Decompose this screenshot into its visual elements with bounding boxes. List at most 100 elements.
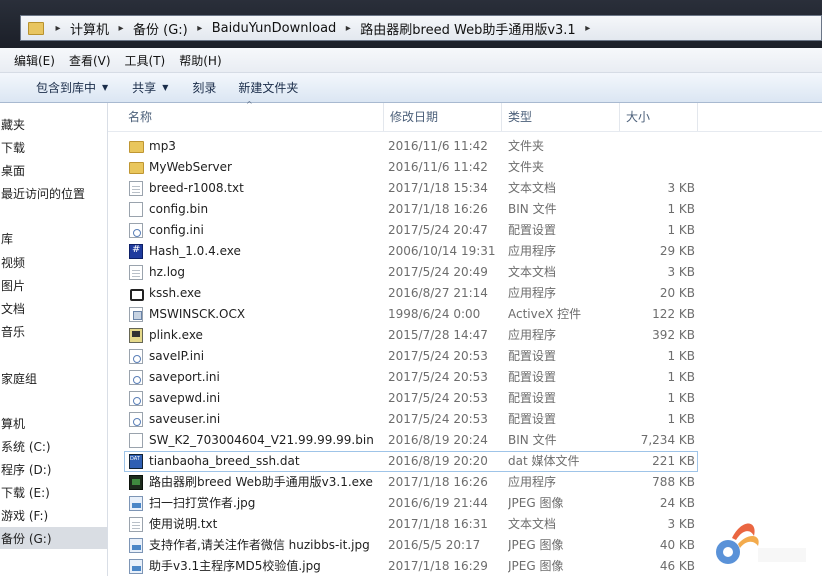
file-type: ActiveX 控件 — [508, 307, 582, 321]
column-date-modified[interactable]: 修改日期 — [384, 103, 502, 131]
file-row[interactable]: SW_K2_703004604_V21.99.99.99.bin 2016/8/1… — [124, 430, 698, 451]
file-row[interactable]: tianbaoha_breed_ssh.dat 2016/8/19 20:20 da… — [124, 451, 698, 472]
file-row[interactable]: 使用说明.txt 2017/1/18 16:31 文本文档 3 KB — [124, 514, 698, 535]
nav-item[interactable]: 库 — [0, 227, 107, 249]
file-type: 配置设置 — [508, 370, 557, 384]
file-date-modified: 2017/5/24 20:53 — [388, 412, 488, 426]
file-row[interactable]: saveport.ini 2017/5/24 20:53 配置设置 1 KB — [124, 367, 698, 388]
file-name: saveIP.ini — [149, 349, 205, 363]
file-name: 扫一扫打赏作者.jpg — [149, 496, 256, 510]
file-name: 支持作者,请关注作者微信 huzibbs-it.jpg — [149, 538, 370, 552]
nav-item[interactable]: 备份 (G:) — [0, 527, 107, 549]
nav-item-label: 视频 — [1, 255, 26, 270]
nav-item[interactable]: 音乐 — [0, 320, 107, 342]
file-date-modified: 2017/5/24 20:53 — [388, 391, 488, 405]
file-type: JPEG 图像 — [508, 559, 564, 573]
burn-button[interactable]: 刻录 — [182, 79, 226, 96]
breadcrumb-item[interactable]: 路由器刷breed Web助手通用版v3.1 — [356, 19, 579, 38]
nav-item[interactable]: 游戏 (F:) — [0, 504, 107, 526]
navigation-pane: 藏夹 下载 桌面最近访问的位置库视频图片 文档 音乐家庭组算机系统 (C:) 程序 (D:… — [0, 103, 108, 576]
nav-item[interactable]: 最近访问的位置 — [0, 182, 107, 204]
breadcrumb-separator-icon[interactable]: ▸ — [113, 16, 129, 40]
file-name: saveuser.ini — [149, 412, 221, 426]
nav-item[interactable]: 图片 — [0, 274, 107, 296]
breadcrumb-item[interactable]: 备份 (G:) — [129, 19, 192, 38]
file-size: 24 KB — [659, 496, 695, 510]
file-row[interactable]: MyWebServer 2016/11/6 11:42 文件夹 — [124, 157, 698, 178]
file-date-modified: 2016/5/5 20:17 — [388, 538, 481, 552]
menu-tools[interactable]: 工具(T) — [118, 52, 173, 69]
file-date-modified: 2016/11/6 11:42 — [388, 139, 488, 153]
file-type: JPEG 图像 — [508, 496, 564, 510]
file-row[interactable]: kssh.exe 2016/8/27 21:14 应用程序 20 KB — [124, 283, 698, 304]
file-name: breed-r1008.txt — [149, 181, 244, 195]
nav-item[interactable]: 算机 — [0, 412, 107, 434]
file-type: dat 媒体文件 — [508, 454, 580, 468]
image-file-icon — [129, 496, 143, 511]
breadcrumb-item[interactable]: BaiduYunDownload — [208, 21, 341, 36]
file-name: saveport.ini — [149, 370, 220, 384]
breadcrumb-separator-icon[interactable]: ▸ — [192, 16, 208, 40]
file-size: 1 KB — [667, 349, 695, 363]
file-row[interactable]: saveIP.ini 2017/5/24 20:53 配置设置 1 KB — [124, 346, 698, 367]
file-row[interactable]: mp3 2016/11/6 11:42 文件夹 — [124, 136, 698, 157]
nav-item-label: 最近访问的位置 — [1, 186, 86, 201]
file-size: 46 KB — [659, 559, 695, 573]
nav-item-label: 算机 — [1, 416, 26, 431]
menu-help[interactable]: 帮助(H) — [172, 52, 228, 69]
activex-icon — [129, 307, 143, 322]
file-row[interactable]: config.bin 2017/1/18 16:26 BIN 文件 1 KB — [124, 199, 698, 220]
file-name: MSWINSCK.OCX — [149, 307, 246, 321]
address-bar[interactable]: ▸ 计算机 ▸ 备份 (G:) ▸ BaiduYunDownload ▸ 路由器刷breed … — [20, 15, 822, 41]
file-row[interactable]: breed-r1008.txt 2017/1/18 15:34 文本文档 3 KB — [124, 178, 698, 199]
breadcrumb-separator-icon[interactable]: ▸ — [340, 16, 356, 40]
kssh-app-icon — [129, 286, 144, 301]
nav-item[interactable]: 桌面 — [0, 159, 107, 181]
file-type: 文本文档 — [508, 181, 557, 195]
column-size[interactable]: 大小 — [620, 103, 698, 131]
nav-item[interactable]: 系统 (C:) — [0, 435, 107, 457]
file-size: 3 KB — [667, 517, 695, 531]
column-name[interactable]: 名称 — [122, 103, 384, 131]
file-type: 文件夹 — [508, 160, 545, 174]
nav-item[interactable]: 视频 — [0, 251, 107, 273]
breadcrumb-separator-icon[interactable]: ▸ — [50, 16, 66, 40]
include-in-library-button[interactable]: 包含到库中 ▼ — [26, 79, 118, 96]
file-size: 1 KB — [667, 370, 695, 384]
breadcrumb-item[interactable]: 计算机 — [66, 19, 113, 38]
file-date-modified: 2017/1/18 15:34 — [388, 181, 488, 195]
file-row[interactable]: savepwd.ini 2017/5/24 20:53 配置设置 1 KB — [124, 388, 698, 409]
file-name: 助手v3.1主程序MD5校验值.jpg — [149, 559, 321, 573]
column-type[interactable]: 类型 — [502, 103, 620, 131]
exe-app-icon — [129, 475, 143, 490]
menu-view[interactable]: 查看(V) — [62, 52, 118, 69]
file-size: 392 KB — [652, 328, 695, 342]
file-row[interactable]: hz.log 2017/5/24 20:49 文本文档 3 KB — [124, 262, 698, 283]
breadcrumb-separator-icon[interactable]: ▸ — [580, 16, 596, 40]
file-row[interactable]: MSWINSCK.OCX 1998/6/24 0:00 ActiveX 控件 122 … — [124, 304, 698, 325]
nav-item[interactable]: 下载 — [0, 136, 107, 158]
image-file-icon — [129, 559, 143, 574]
file-row[interactable]: 路由器刷breed Web助手通用版v3.1.exe 2017/1/18 16:2… — [124, 472, 698, 493]
menu-edit[interactable]: 编辑(E) — [0, 52, 62, 69]
text-file-icon — [129, 181, 143, 196]
file-row[interactable]: 扫一扫打赏作者.jpg 2016/6/19 21:44 JPEG 图像 24 KB — [124, 493, 698, 514]
share-button[interactable]: 共享 ▼ — [122, 79, 178, 96]
file-row[interactable]: 助手v3.1主程序MD5校验值.jpg 2017/1/18 16:29 JPEG 图… — [124, 556, 698, 577]
file-row[interactable]: Hash_1.0.4.exe 2006/10/14 19:31 应用程序 29 KB — [124, 241, 698, 262]
nav-item — [0, 205, 107, 227]
file-row[interactable]: plink.exe 2015/7/28 14:47 应用程序 392 KB — [124, 325, 698, 346]
file-name: savepwd.ini — [149, 391, 221, 405]
nav-item[interactable]: 文档 — [0, 297, 107, 319]
file-type: 配置设置 — [508, 223, 557, 237]
file-row[interactable]: 支持作者,请关注作者微信 huzibbs-it.jpg 2016/5/5 20:1… — [124, 535, 698, 556]
nav-item[interactable]: 藏夹 — [0, 113, 107, 135]
nav-item[interactable]: 家庭组 — [0, 367, 107, 389]
file-row[interactable]: config.ini 2017/5/24 20:47 配置设置 1 KB — [124, 220, 698, 241]
nav-item[interactable]: 下载 (E:) — [0, 481, 107, 503]
ini-file-icon — [129, 370, 143, 385]
file-row[interactable]: saveuser.ini 2017/5/24 20:53 配置设置 1 KB — [124, 409, 698, 430]
new-folder-button[interactable]: 新建文件夹 — [228, 79, 308, 96]
file-type: BIN 文件 — [508, 202, 557, 216]
nav-item[interactable]: 程序 (D:) — [0, 458, 107, 480]
